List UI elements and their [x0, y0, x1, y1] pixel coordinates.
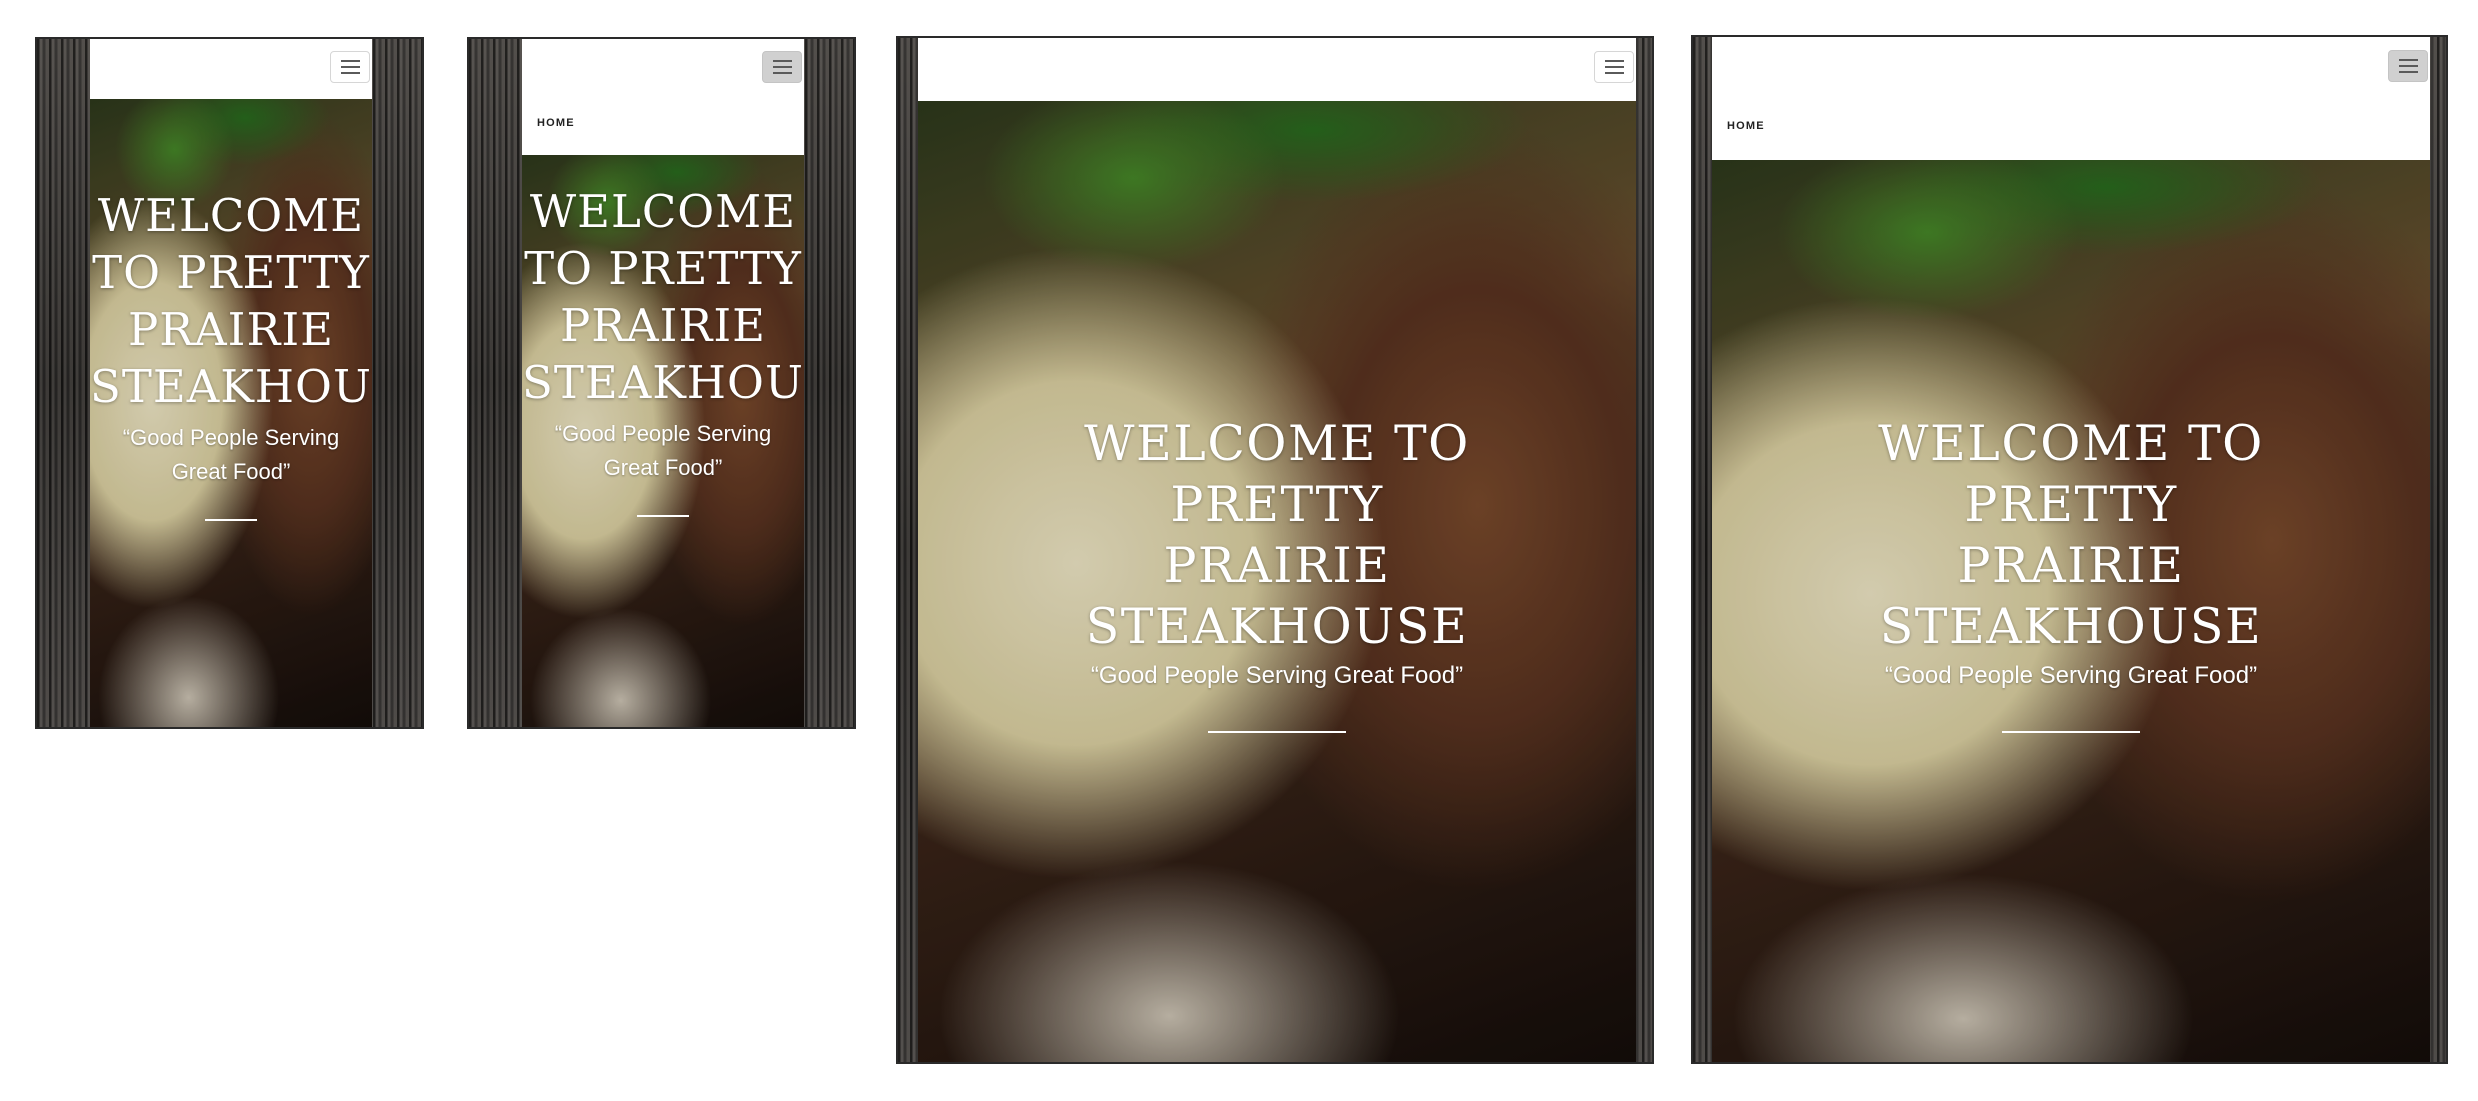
nav-bar	[90, 39, 372, 99]
hamburger-menu-icon[interactable]	[1594, 51, 1634, 83]
hero-section: WELCOME TO PRETTY PRAIRIE STEAKHOUSE “Go…	[90, 99, 372, 727]
screen: HOME WELCOME TO PRETTY PRAIRIE STEAKHOUS…	[1712, 37, 2430, 1062]
screen: WELCOME TO PRETTY PRAIRIE STEAKHOUSE “Go…	[90, 39, 372, 727]
hamburger-menu-icon[interactable]	[762, 51, 802, 83]
hero-tagline: “Good People Serving Great Food”	[122, 425, 340, 484]
hero-content: WELCOME TO PRETTY PRAIRIE STEAKHOUSE “Go…	[1712, 413, 2430, 733]
hero-title: WELCOME TO PRETTY PRAIRIE STEAKHOUSE	[522, 185, 804, 409]
hero-title: WELCOME TO PRETTY PRAIRIE STEAKHOUSE	[90, 189, 372, 413]
nav-bar: HOME	[1712, 37, 2430, 160]
hero-tagline: “Good People Serving Great Food”	[554, 421, 772, 480]
hero-content: WELCOME TO PRETTY PRAIRIE STEAKHOUSE “Go…	[90, 187, 372, 521]
hero-title: WELCOME TO PRETTY PRAIRIE STEAKHOUSE	[1084, 415, 1470, 655]
hero-content: WELCOME TO PRETTY PRAIRIE STEAKHOUSE “Go…	[918, 413, 1636, 733]
hero-tagline: “Good People Serving Great Food”	[1090, 662, 1464, 689]
hero-divider	[2002, 731, 2140, 733]
hamburger-menu-icon[interactable]	[2388, 50, 2428, 82]
nav-bar: HOME	[522, 39, 804, 155]
hero-content: WELCOME TO PRETTY PRAIRIE STEAKHOUSE “Go…	[522, 183, 804, 517]
nav-link-home[interactable]: HOME	[537, 117, 575, 129]
hero-section: WELCOME TO PRETTY PRAIRIE STEAKHOUSE “Go…	[522, 155, 804, 727]
hero-title: WELCOME TO PRETTY PRAIRIE STEAKHOUSE	[1878, 415, 2264, 655]
hero-section: WELCOME TO PRETTY PRAIRIE STEAKHOUSE “Go…	[918, 101, 1636, 1062]
hero-section: WELCOME TO PRETTY PRAIRIE STEAKHOUSE “Go…	[1712, 160, 2430, 1062]
device-phone-expanded: HOME WELCOME TO PRETTY PRAIRIE STEAKHOUS…	[467, 37, 856, 729]
nav-bar	[918, 38, 1636, 101]
hero-divider	[205, 519, 257, 521]
screen: HOME WELCOME TO PRETTY PRAIRIE STEAKHOUS…	[522, 39, 804, 727]
hero-divider	[637, 515, 689, 517]
screen: WELCOME TO PRETTY PRAIRIE STEAKHOUSE “Go…	[918, 38, 1636, 1062]
device-tablet-expanded: HOME WELCOME TO PRETTY PRAIRIE STEAKHOUS…	[1691, 35, 2448, 1064]
nav-link-home[interactable]: HOME	[1727, 120, 1765, 132]
hamburger-menu-icon[interactable]	[330, 51, 370, 83]
hero-divider	[1208, 731, 1346, 733]
hero-tagline: “Good People Serving Great Food”	[1884, 662, 2258, 689]
device-phone-collapsed: WELCOME TO PRETTY PRAIRIE STEAKHOUSE “Go…	[35, 37, 424, 729]
device-tablet-collapsed: WELCOME TO PRETTY PRAIRIE STEAKHOUSE “Go…	[896, 36, 1654, 1064]
